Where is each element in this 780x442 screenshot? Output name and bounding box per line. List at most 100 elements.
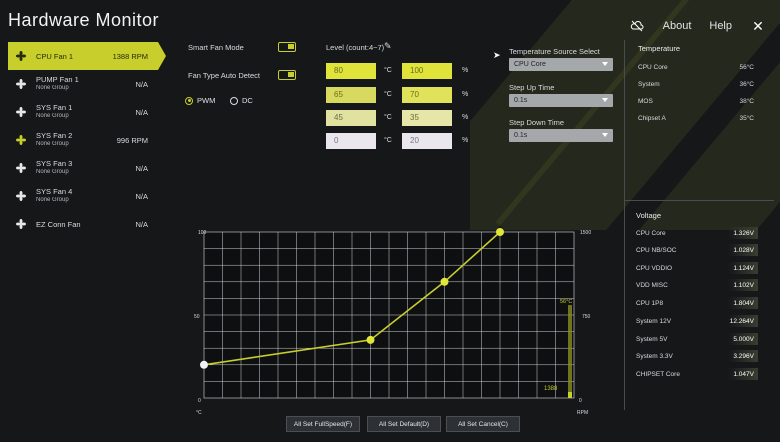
step-down-label: Step Down Time	[509, 118, 565, 127]
dc-radio[interactable]: DC	[230, 96, 253, 105]
chevron-down-icon	[602, 62, 608, 66]
temp-row: Chipset A 35°C	[638, 115, 754, 122]
step-up-value: 0.1s	[514, 97, 528, 104]
curve-point[interactable]	[366, 335, 375, 344]
rpm-tick-label: 0	[579, 398, 582, 404]
chart-grid	[203, 231, 575, 399]
fan-item-sys-fan-1[interactable]: SYS Fan 1 None Group N/A	[8, 98, 158, 126]
voltage-row: CPU NB/SOC 1.028V	[636, 246, 754, 254]
radio-selected-icon	[185, 96, 193, 105]
close-icon[interactable]: ✕	[750, 18, 766, 34]
fan-speed: N/A	[135, 79, 148, 89]
y-tick-label: 0	[198, 398, 201, 404]
fan-icon	[16, 107, 26, 117]
fan-name: PUMP Fan 1	[36, 75, 79, 84]
fan-item-sys-fan-3[interactable]: SYS Fan 3 None Group N/A	[8, 154, 158, 182]
smart-fan-mode-toggle[interactable]	[278, 42, 296, 52]
rpm-unit-label: RPM	[577, 410, 588, 416]
voltage-row: CPU Core 1.326V	[636, 229, 754, 237]
edit-icon[interactable]: ✎	[384, 41, 392, 52]
current-temp-label: 56°C	[560, 299, 572, 305]
dc-label: DC	[242, 96, 253, 105]
current-temp-bar	[568, 305, 572, 398]
fan-speed: N/A	[135, 163, 148, 173]
voltage-row: VDD MISC 1.102V	[636, 281, 754, 289]
fan-name: SYS Fan 3	[36, 159, 73, 168]
level-3-pct-unit: %	[462, 114, 469, 121]
y-tick-label: 100	[198, 230, 207, 236]
voltage-row: CPU 1P8 1.804V	[636, 299, 754, 307]
temperature-title: Temperature	[638, 44, 681, 53]
fan-item-ez-conn-fan[interactable]: EZ Conn Fan N/A	[8, 210, 158, 238]
fan-group: None Group	[36, 113, 69, 119]
fan-icon	[16, 51, 26, 61]
fan-speed: N/A	[135, 219, 148, 229]
radio-unselected-icon	[230, 96, 238, 105]
level-2-pct-unit: %	[462, 91, 469, 98]
level-2-temp-input[interactable]: 65	[326, 87, 376, 103]
fan-item-sys-fan-2[interactable]: SYS Fan 2 None Group 996 RPM	[8, 126, 158, 154]
fan-item-pump-fan-1[interactable]: PUMP Fan 1 None Group N/A	[8, 70, 158, 98]
top-bar: About Help ✕	[629, 18, 766, 34]
fan-speed: 996 RPM	[116, 135, 148, 145]
temp-row: System 36°C	[638, 81, 754, 88]
level-3-pct-input[interactable]: 35	[402, 110, 452, 126]
level-4-pct-input[interactable]: 20	[402, 133, 452, 149]
fan-name: SYS Fan 2	[36, 131, 73, 140]
step-down-value: 0.1s	[514, 132, 528, 139]
temp-row: CPU Core 56°C	[638, 64, 754, 71]
voltage-row: CPU VDDIO 1.124V	[636, 264, 754, 272]
level-4-temp-input[interactable]: 0	[326, 133, 376, 149]
panel-divider	[624, 200, 774, 201]
level-1-pct-input[interactable]: 100	[402, 63, 452, 79]
temp-row: MOS 38°C	[638, 98, 754, 105]
cloud-off-icon[interactable]	[629, 18, 645, 34]
current-rpm-bar	[568, 392, 572, 398]
fan-icon	[16, 219, 26, 229]
temp-source-value: CPU Core	[514, 61, 546, 68]
fan-speed: N/A	[135, 107, 148, 117]
about-link[interactable]: About	[663, 20, 692, 32]
page-title: Hardware Monitor	[8, 10, 160, 30]
step-up-label: Step Up Time	[509, 83, 555, 92]
fan-icon	[16, 163, 26, 173]
level-4-pct-unit: %	[462, 137, 469, 144]
all-set-cancel-button[interactable]: All Set Cancel(C)	[446, 416, 520, 432]
curve-point[interactable]	[440, 277, 449, 286]
help-link[interactable]: Help	[709, 20, 732, 32]
chevron-down-icon	[602, 133, 608, 137]
fan-type-auto-detect-toggle[interactable]	[278, 70, 296, 80]
fan-name: SYS Fan 1	[36, 103, 73, 112]
cursor-icon: ➤	[493, 50, 501, 60]
rpm-tick-label: 750	[582, 314, 591, 320]
level-3-temp-input[interactable]: 45	[326, 110, 376, 126]
fan-icon	[16, 79, 26, 89]
level-2-pct-input[interactable]: 70	[402, 87, 452, 103]
fan-icon	[16, 135, 26, 145]
chevron-down-icon	[602, 98, 608, 102]
level-2-temp-unit: °C	[384, 91, 392, 98]
all-set-default-button[interactable]: All Set Default(D)	[367, 416, 441, 432]
fan-list: CPU Fan 1 1388 RPM PUMP Fan 1 None Group …	[8, 42, 166, 238]
fan-group: None Group	[36, 169, 69, 175]
fan-item-sys-fan-4[interactable]: SYS Fan 4 None Group N/A	[8, 182, 158, 210]
fan-item-cpu-fan-1[interactable]: CPU Fan 1 1388 RPM	[8, 42, 166, 70]
step-up-select[interactable]: 0.1s	[509, 94, 613, 107]
fan-curve-chart[interactable]: 100 50 0 °C 1500 750 0 RPM 56°C 1388	[186, 222, 606, 416]
panel-divider	[624, 40, 625, 410]
pwm-radio[interactable]: PWM	[185, 96, 215, 105]
smart-fan-mode-label: Smart Fan Mode	[188, 43, 244, 52]
curve-point[interactable]	[496, 228, 504, 236]
temp-source-select[interactable]: CPU Core	[509, 58, 613, 71]
step-down-select[interactable]: 0.1s	[509, 129, 613, 142]
level-1-temp-input[interactable]: 80	[326, 63, 376, 79]
rpm-tick-label: 1500	[580, 230, 591, 236]
current-rpm-label: 1388	[544, 386, 558, 392]
curve-point[interactable]	[200, 360, 208, 369]
fan-group: None Group	[36, 197, 69, 203]
level-4-temp-unit: °C	[384, 137, 392, 144]
fan-type-auto-detect-label: Fan Type Auto Detect	[188, 71, 260, 80]
fan-speed: 1388 RPM	[112, 51, 148, 61]
all-set-full-speed-button[interactable]: All Set FullSpeed(F)	[286, 416, 360, 432]
temp-source-label: Temperature Source Select	[509, 47, 600, 56]
